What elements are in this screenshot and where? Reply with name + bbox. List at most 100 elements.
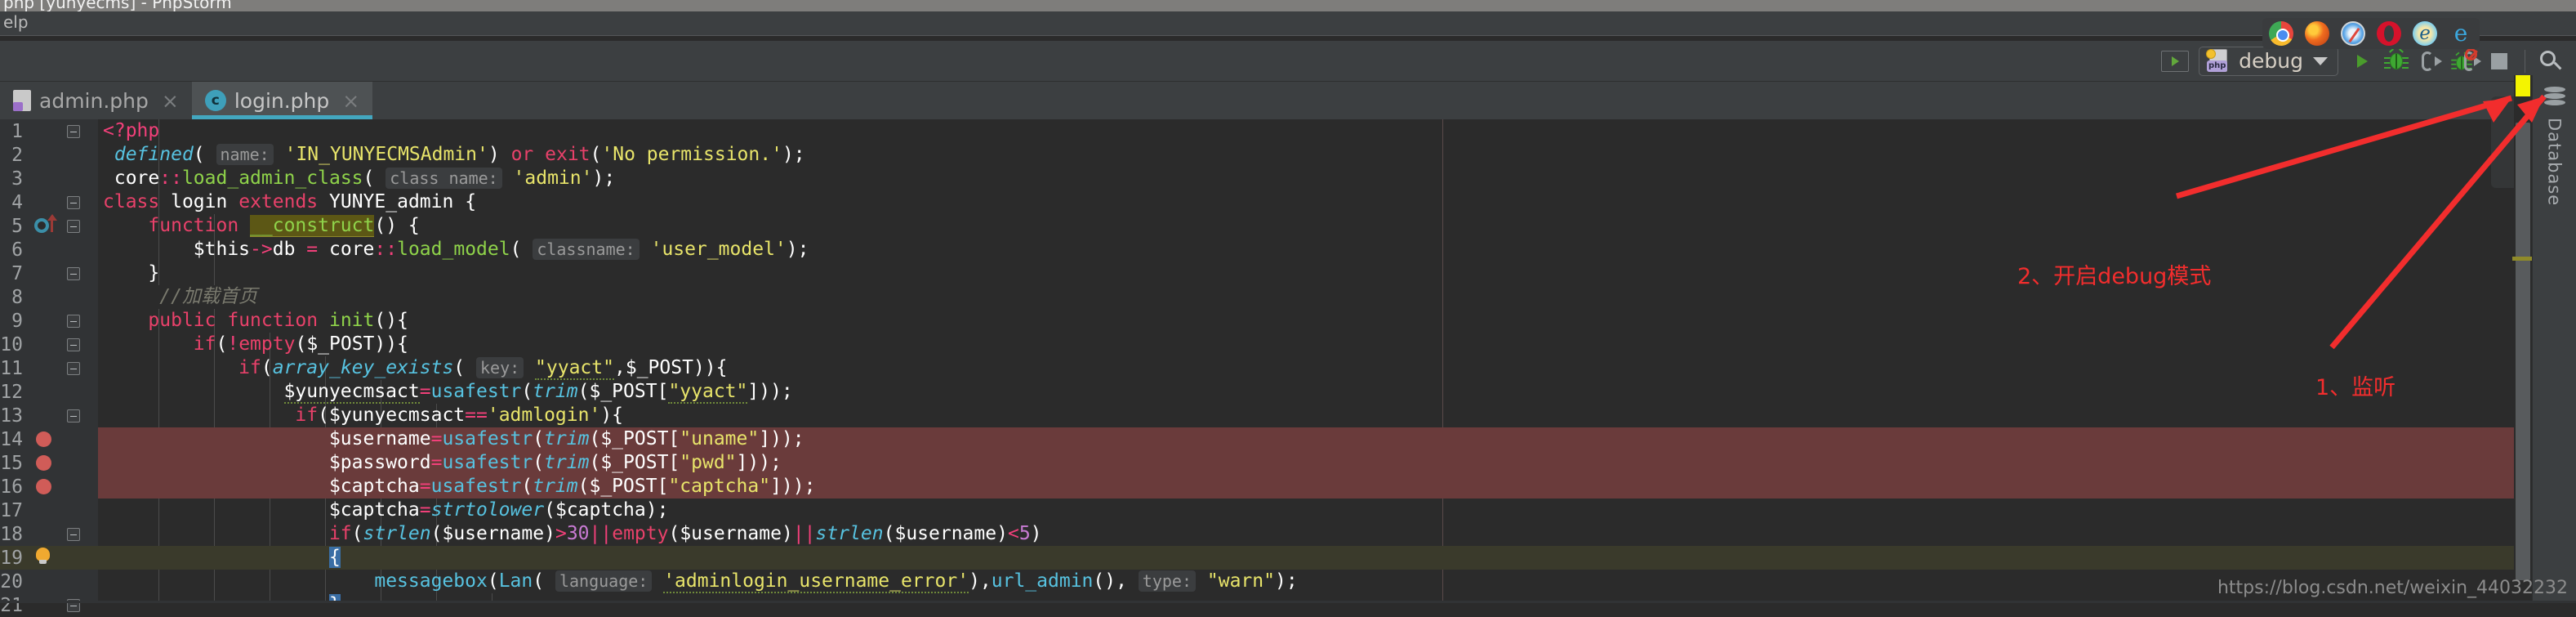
code-editor[interactable]: <?php defined( name: 'IN_YUNYECMSAdmin')… [98,119,2576,603]
code-line[interactable]: if(strlen($username)>30||empty($username… [98,522,2576,546]
breakpoint-icon[interactable] [36,431,51,447]
fold-marker-icon[interactable] [67,267,80,280]
internet-explorer-icon[interactable]: e [2413,21,2437,46]
code-line[interactable]: function __construct() { [98,214,2576,238]
code-line[interactable]: $yunyecmsact=usafestr(trim($_POST["yyact… [98,380,2576,404]
code-line[interactable]: if($yunyecmsact=='admlogin'){ [98,404,2576,427]
code-line[interactable]: if(array_key_exists( key: "yyact",$_POST… [98,356,2576,380]
phone-listen-icon [2418,49,2443,74]
line-number: 12 [0,381,23,403]
line-number: 21 [0,594,23,616]
line-number: 10 [0,333,23,355]
code-line-breakpoint[interactable]: $username=usafestr(trim($_POST["uname"])… [98,427,2576,451]
scrollbar-thumb[interactable] [2516,123,2530,580]
code-line[interactable]: class login extends YUNYE_admin { [98,190,2576,214]
main-toolbar: php debug [0,41,2576,82]
line-number: 11 [0,357,23,379]
editor-scrollbar[interactable] [2512,75,2532,603]
line-number: 16 [0,476,23,498]
tool-window-database[interactable]: Database [2545,118,2565,206]
watermark-text: https://blog.csdn.net/weixin_44032232 [2217,578,2568,598]
line-number: 17 [0,499,23,521]
override-arrow-icon [47,214,57,232]
annot-debug-mode: 2、开启debug模式 [2017,264,2212,289]
line-number: 15 [0,452,23,474]
intention-bulb-icon[interactable] [36,548,50,564]
bug-icon [2384,47,2409,74]
class-c-icon: c [204,90,226,111]
run-configuration-selector[interactable]: php debug [2199,46,2338,76]
search-everywhere-button[interactable] [2534,45,2568,78]
breakpoint-icon[interactable] [36,455,51,471]
editor-area: 1 2 3 4 5 6 7 8 9 10 11 12 13 14 15 16 1… [0,119,2576,616]
tab-admin-php[interactable]: admin.php × [0,82,192,119]
code-line-breakpoint[interactable]: $password=usafestr(trim($_POST["pwd"])); [98,451,2576,475]
line-number: 4 [11,191,23,213]
debug-button[interactable] [2379,45,2413,78]
code-line[interactable]: $captcha=strtolower($captcha); [98,499,2576,522]
stop-listening-debug-button[interactable] [2448,45,2482,78]
chrome-icon[interactable] [2269,21,2293,46]
window-title: php [yunyecms] - PhpStorm [3,0,232,11]
window-titlebar: php [yunyecms] - PhpStorm [0,0,2576,11]
line-number: 7 [11,262,23,284]
phone-listen-button[interactable] [2413,45,2448,78]
tab-login-php[interactable]: c login.php × [191,82,373,119]
line-number: 20 [0,570,23,592]
selected-brace[interactable]: { [328,547,341,568]
code-line[interactable]: if(!empty($_POST)){ [98,333,2576,356]
line-number: 6 [11,239,23,261]
code-line[interactable]: core::load_admin_class( class name: 'adm… [98,167,2576,190]
safari-icon[interactable] [2341,21,2365,46]
line-number: 14 [0,428,23,450]
fold-marker-icon[interactable] [67,125,80,138]
fold-marker-icon[interactable] [67,362,80,375]
code-line[interactable]: messagebox(Lan( language: 'adminlogin_us… [98,570,2576,593]
close-icon[interactable]: × [342,89,359,113]
editor-tab-bar: admin.php × c login.php × [0,82,2576,119]
editor-gutter[interactable]: 1 2 3 4 5 6 7 8 9 10 11 12 13 14 15 16 1… [0,119,98,616]
database-icon [2543,87,2565,108]
code-line[interactable]: defined( name: 'IN_YUNYECMSAdmin') or ex… [98,143,2576,167]
stop-button[interactable] [2482,45,2516,78]
line-number: 5 [11,215,23,237]
breakpoint-icon[interactable] [36,479,51,494]
param-hint: type: [1138,570,1197,592]
code-line[interactable]: <?php [98,119,2576,143]
php-file-icon [13,90,31,111]
run-button[interactable] [2345,45,2379,78]
tab-label: admin.php [39,88,149,113]
chevron-down-icon[interactable] [2313,56,2328,65]
param-hint: language: [555,570,653,592]
opera-icon[interactable] [2377,21,2401,46]
line-number: 13 [0,405,23,427]
code-line-caret[interactable]: { [98,546,2576,570]
param-hint: key: [476,357,524,378]
fold-marker-icon[interactable] [67,196,80,209]
annot-listen: 1、监听 [2315,375,2396,400]
param-hint: classname: [533,239,640,260]
fold-marker-icon[interactable] [67,409,80,423]
line-number: 3 [11,168,23,190]
menu-item-help[interactable]: elp [3,12,29,32]
edge-icon[interactable]: e [2449,21,2473,46]
firefox-icon[interactable] [2305,21,2329,46]
code-line-breakpoint[interactable]: $captcha=usafestr(trim($_POST["captcha"]… [98,475,2576,499]
editor-minimap-placeholder [2491,96,2514,188]
search-icon [2540,50,2562,72]
tab-label: login.php [234,88,330,113]
fold-marker-icon[interactable] [67,315,80,328]
play-icon [2356,54,2368,68]
line-number: 9 [11,310,23,332]
code-line[interactable]: public function init(){ [98,309,2576,333]
run-config-box-icon[interactable] [2158,45,2192,78]
fold-marker-icon[interactable] [67,338,80,351]
fold-marker-icon[interactable] [67,528,80,541]
stop-square-icon [2491,52,2507,69]
fold-marker-icon[interactable] [67,220,80,233]
menu-bar[interactable]: elp [0,11,2576,36]
line-number: 8 [11,286,23,308]
scrollbar-warning-marker[interactable] [2516,75,2530,96]
run-configuration-label: debug [2239,49,2303,73]
close-icon[interactable]: × [162,89,179,113]
